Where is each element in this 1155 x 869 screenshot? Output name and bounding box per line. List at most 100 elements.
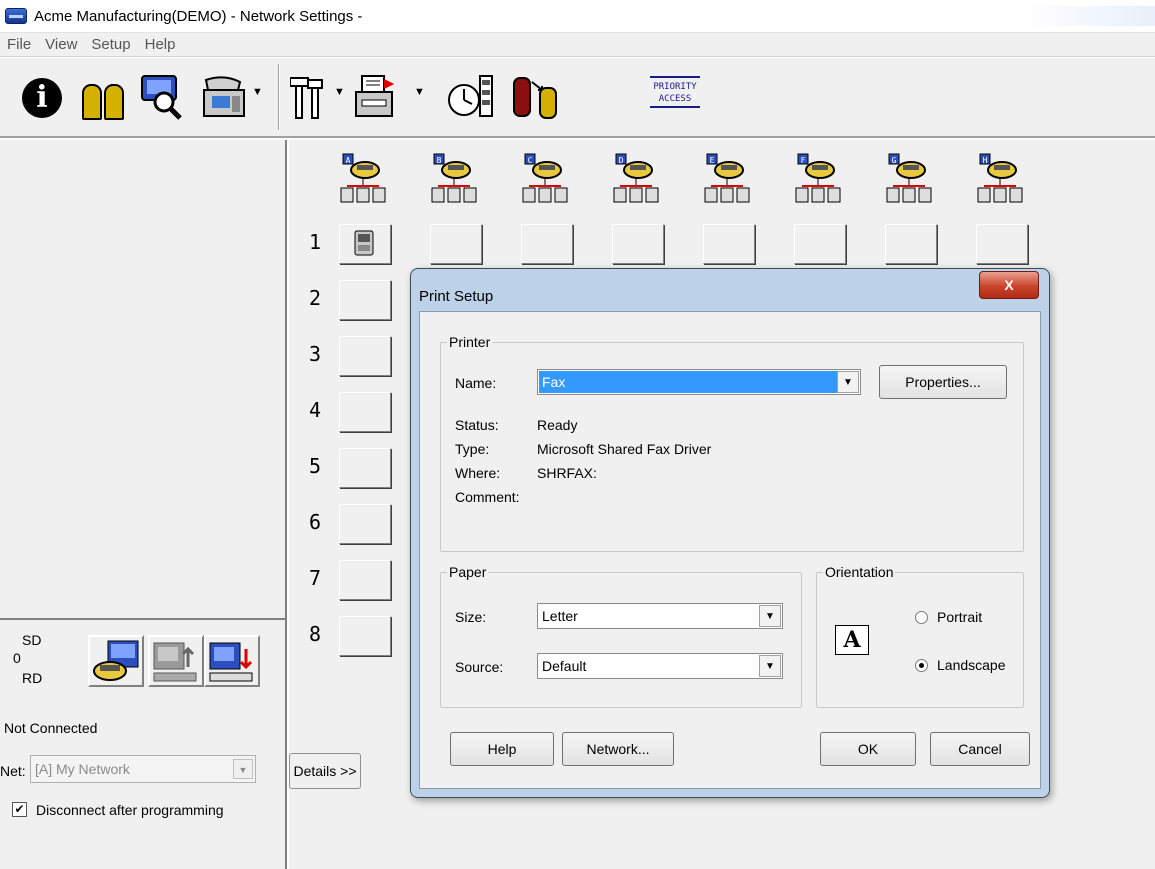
type-value: Microsoft Shared Fax Driver <box>537 441 712 457</box>
row-number: 2 <box>309 286 322 310</box>
where-label: Where: <box>455 465 501 481</box>
window-title: Acme Manufacturing(DEMO) - Network Setti… <box>34 7 363 25</box>
download-program-icon[interactable] <box>204 635 260 687</box>
node-h-icon[interactable]: H <box>976 152 1024 208</box>
node-letter: G <box>892 156 897 165</box>
details-button[interactable]: Details >> <box>289 753 361 789</box>
where-value: SHRFAX: <box>537 465 597 481</box>
grid-cell[interactable] <box>339 448 391 488</box>
row-number: 8 <box>309 622 322 646</box>
status-label: Status: <box>455 417 499 433</box>
fax-dropdown-icon[interactable]: ▼ <box>252 86 263 98</box>
app-icon <box>5 8 27 24</box>
chevron-down-icon[interactable]: ▼ <box>759 655 781 677</box>
source-label: Source: <box>455 659 504 675</box>
net-select[interactable]: [A] My Network ▼ <box>30 755 256 783</box>
menu-file[interactable]: File <box>0 36 38 53</box>
tools-dropdown-icon[interactable]: ▼ <box>334 86 345 98</box>
node-letter: H <box>983 156 988 165</box>
dialog-title: Print Setup <box>419 288 494 305</box>
node-a-icon[interactable]: A <box>339 152 387 208</box>
node-f-icon[interactable]: F <box>794 152 842 208</box>
node-d-icon[interactable]: D <box>612 152 660 208</box>
menu-setup[interactable]: Setup <box>84 36 137 53</box>
row-number: 4 <box>309 398 322 422</box>
grid-cell[interactable] <box>794 224 846 264</box>
cancel-button[interactable]: Cancel <box>930 732 1030 766</box>
printer-name-select[interactable]: Fax ▼ <box>537 369 861 395</box>
grid-cell-device[interactable] <box>339 224 391 264</box>
menu-help[interactable]: Help <box>138 36 183 53</box>
node-g-icon[interactable]: G <box>885 152 933 208</box>
orientation-group: Orientation A Portrait Landscape <box>816 564 1024 708</box>
node-e-icon[interactable]: E <box>703 152 751 208</box>
node-letter: D <box>619 156 624 165</box>
rd-label: RD <box>22 670 43 686</box>
landscape-radio[interactable] <box>915 659 928 672</box>
users-icon[interactable] <box>80 74 128 120</box>
monitor-search-icon[interactable] <box>136 72 186 120</box>
printer-dropdown-icon[interactable]: ▼ <box>414 86 425 98</box>
chevron-down-icon[interactable]: ▼ <box>759 605 781 627</box>
grid-cell[interactable] <box>339 560 391 600</box>
node-letter: C <box>528 156 533 165</box>
size-label: Size: <box>455 609 487 625</box>
paper-size-select[interactable]: Letter ▼ <box>537 603 783 629</box>
clock-schedule-icon[interactable] <box>446 72 496 120</box>
fax-machine-icon[interactable] <box>200 74 248 120</box>
paper-source-select[interactable]: Default ▼ <box>537 653 783 679</box>
net-label: Net: <box>0 763 26 779</box>
grid-cell[interactable] <box>885 224 937 264</box>
chevron-down-icon[interactable]: ▼ <box>233 759 253 779</box>
row-number: 6 <box>309 510 322 534</box>
grid-cell[interactable] <box>339 392 391 432</box>
user-transfer-icon[interactable] <box>510 72 562 120</box>
tools-icon[interactable] <box>289 76 324 120</box>
grid-cell[interactable] <box>339 336 391 376</box>
printer-icon[interactable] <box>354 74 396 120</box>
node-letter: E <box>710 156 715 165</box>
network-button[interactable]: Network... <box>562 732 674 766</box>
toolbar-separator <box>278 64 280 130</box>
close-button[interactable]: X <box>979 271 1039 299</box>
paper-source-value: Default <box>542 658 587 674</box>
grid-cell[interactable] <box>521 224 573 264</box>
connect-modem-icon[interactable] <box>88 635 144 687</box>
chevron-down-icon[interactable]: ▼ <box>837 371 859 393</box>
toolbar: i ▼ ▼ ▼ PRIORITY ACCESS <box>0 58 1155 138</box>
portrait-radio[interactable] <box>915 611 928 624</box>
grid-cell[interactable] <box>612 224 664 264</box>
node-letter: A <box>346 156 351 165</box>
info-icon[interactable]: i <box>22 78 62 118</box>
grid-cell[interactable] <box>976 224 1028 264</box>
portrait-label: Portrait <box>937 609 983 625</box>
node-b-icon[interactable]: B <box>430 152 478 208</box>
node-letter: B <box>437 156 442 165</box>
paper-size-value: Letter <box>542 608 578 624</box>
menu-bar: File View Setup Help <box>0 32 1155 57</box>
grid-cell[interactable] <box>339 504 391 544</box>
grid-cell[interactable] <box>339 280 391 320</box>
disconnect-label: Disconnect after programming <box>36 802 224 818</box>
paper-group: Paper Size: Letter ▼ Source: Default ▼ <box>440 564 802 708</box>
net-select-value: [A] My Network <box>35 761 130 777</box>
menu-view[interactable]: View <box>38 36 84 53</box>
name-label: Name: <box>455 375 497 391</box>
left-panel-tree <box>0 140 285 620</box>
grid-cell[interactable] <box>339 616 391 656</box>
ok-button[interactable]: OK <box>820 732 916 766</box>
help-button[interactable]: Help <box>450 732 554 766</box>
landscape-label: Landscape <box>937 657 1006 673</box>
print-setup-dialog: Print Setup X Printer Name: Fax ▼ Proper… <box>410 268 1050 798</box>
node-c-icon[interactable]: C <box>521 152 569 208</box>
properties-button[interactable]: Properties... <box>879 365 1007 399</box>
disconnect-checkbox[interactable]: ✔ <box>12 802 27 817</box>
grid-cell[interactable] <box>430 224 482 264</box>
printer-group: Printer Name: Fax ▼ Properties... Status… <box>440 334 1024 552</box>
priority-access-button[interactable]: PRIORITY ACCESS <box>650 76 700 108</box>
grid-cell[interactable] <box>703 224 755 264</box>
printer-group-label: Printer <box>447 334 493 350</box>
title-bar: Acme Manufacturing(DEMO) - Network Setti… <box>0 0 1155 32</box>
status-value: Ready <box>537 417 578 433</box>
upload-program-icon[interactable] <box>148 635 204 687</box>
